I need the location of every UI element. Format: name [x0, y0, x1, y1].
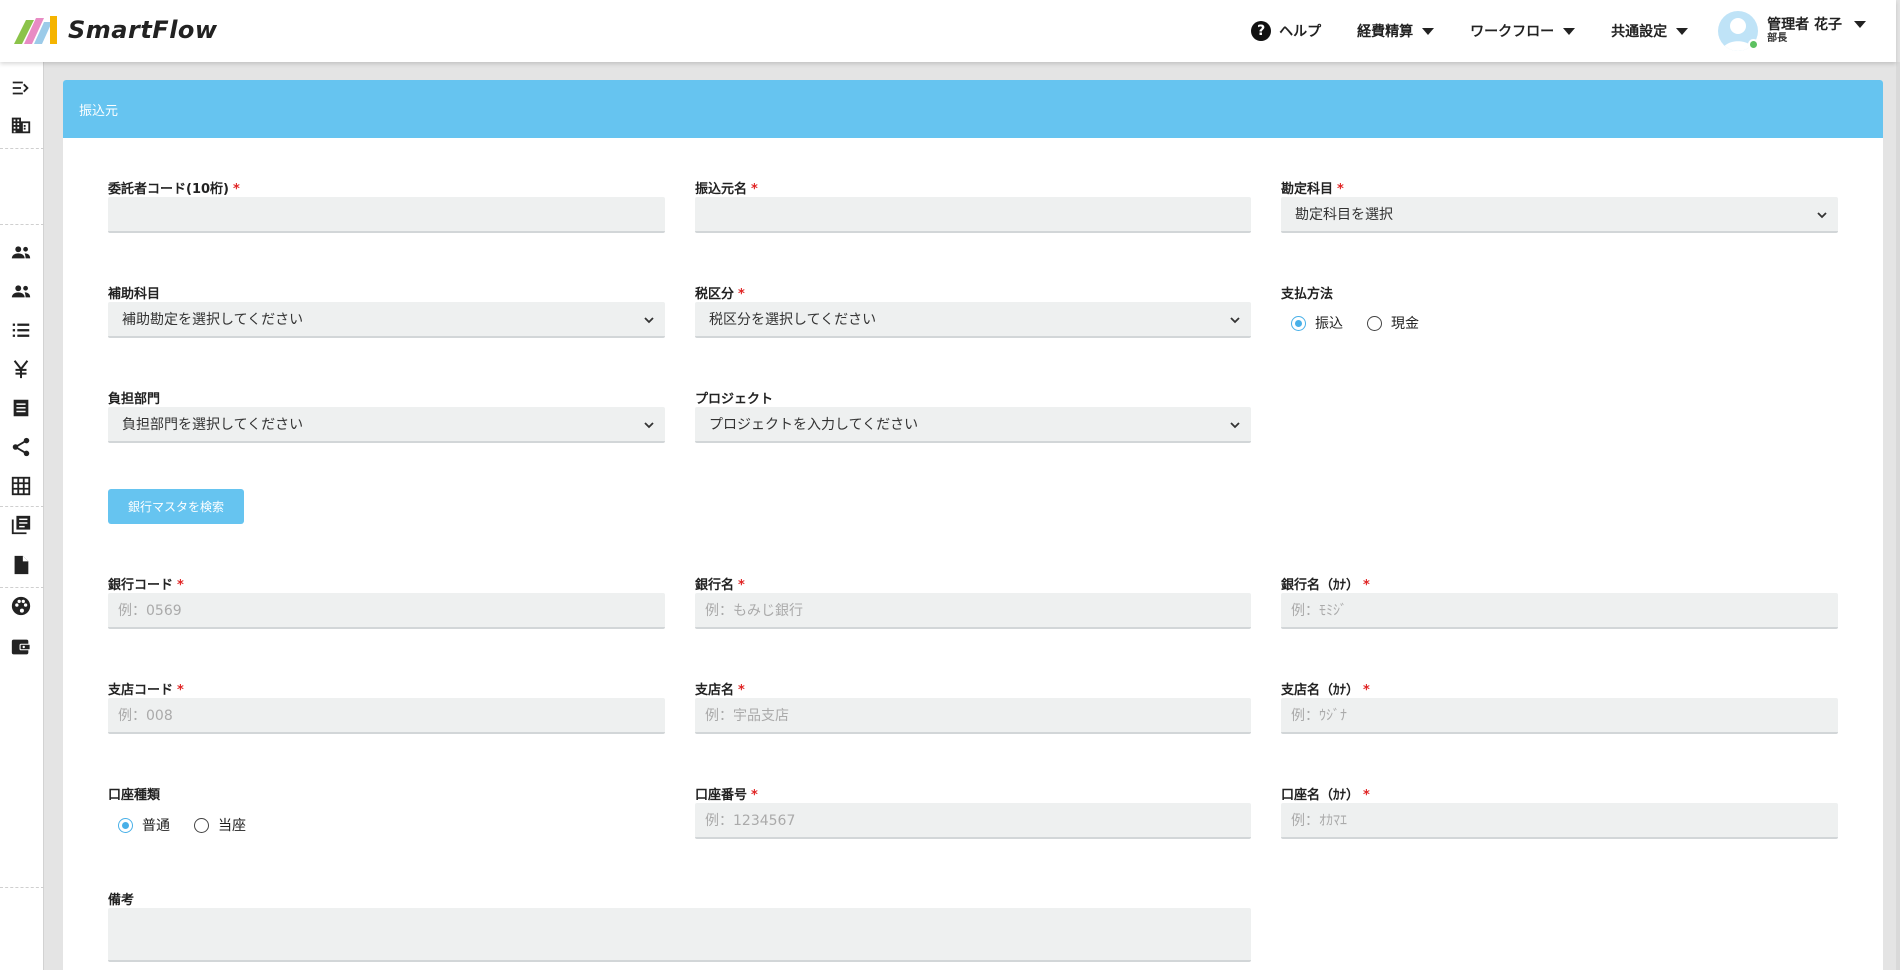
branch-kana-input[interactable]: 例：ｳｼﾞﾅ — [1281, 698, 1838, 734]
radio-futsu[interactable] — [118, 817, 133, 833]
bank-name-label: 銀行名 * — [695, 578, 745, 593]
menu-expense[interactable]: 経費精算 — [1357, 21, 1435, 41]
zei-select[interactable]: 税区分を選択してください — [695, 302, 1251, 338]
app-logo[interactable]: SmartFlow — [12, 14, 218, 46]
branch-code-input[interactable]: 例：008 — [108, 698, 665, 734]
library-icon[interactable] — [9, 513, 33, 537]
hojo-select[interactable]: 補助勘定を選択してください — [108, 302, 665, 338]
caret-down-icon — [1854, 20, 1866, 28]
user-menu[interactable]: 管理者 花子 部長 — [1718, 11, 1866, 51]
chevron-down-icon — [1230, 317, 1240, 324]
menu-expense-label: 経費精算 — [1357, 24, 1414, 40]
radio-futsu-label[interactable]: 普通 — [142, 815, 170, 835]
sidebar-divider — [0, 148, 44, 149]
chevron-down-icon — [1817, 212, 1827, 219]
logo-mark-icon — [14, 16, 57, 44]
sidebar — [0, 62, 44, 970]
user-name: 管理者 花子 — [1767, 16, 1842, 33]
collapse-menu-icon[interactable] — [9, 76, 33, 100]
bank-code-label: 銀行コード * — [108, 578, 184, 593]
page-scrollbar[interactable] — [1896, 62, 1900, 970]
account-kana-label: 口座名（ｶﾅ） * — [1281, 788, 1370, 803]
branch-name-label: 支店名 * — [695, 683, 745, 698]
sidebar-divider — [0, 887, 44, 888]
remarks-textarea[interactable] — [108, 908, 1251, 962]
radio-toza-label[interactable]: 当座 — [218, 815, 246, 835]
help-icon: ? — [1251, 21, 1272, 41]
user-role: 部長 — [1767, 33, 1788, 45]
radio-furikomi-label[interactable]: 振込 — [1315, 313, 1343, 333]
users-icon[interactable] — [9, 240, 33, 264]
yen-icon[interactable] — [9, 357, 33, 381]
furikomi-name-label: 振込元名 * — [695, 182, 758, 197]
account-number-input[interactable]: 例：1234567 — [695, 803, 1251, 839]
account-type-label: 口座種類 — [108, 788, 161, 803]
branch-kana-label: 支店名（ｶﾅ） * — [1281, 683, 1370, 698]
furikomi-name-input[interactable] — [695, 197, 1251, 233]
shiharai-radio-group: 振込 現金 — [1291, 313, 1443, 333]
menu-common-settings-label: 共通設定 — [1611, 24, 1668, 40]
help-link[interactable]: ? ヘルプ — [1251, 21, 1321, 41]
itaku-code-label: 委託者コード(10桁) * — [108, 182, 240, 197]
project-label: プロジェクト — [695, 392, 774, 407]
caret-down-icon — [1422, 27, 1435, 35]
menu-workflow[interactable]: ワークフロー — [1470, 21, 1576, 41]
menu-common-settings[interactable]: 共通設定 — [1611, 21, 1689, 41]
app-name: SmartFlow — [68, 16, 218, 44]
radio-genkin[interactable] — [1367, 315, 1382, 331]
sidebar-divider — [0, 224, 44, 225]
sidebar-divider — [0, 506, 44, 507]
account-kana-input[interactable]: 例：ｵｶﾏｴ — [1281, 803, 1838, 839]
bank-master-search-button[interactable]: 銀行マスタを検索 — [108, 489, 244, 524]
list-icon[interactable] — [9, 318, 33, 342]
share-icon[interactable] — [9, 435, 33, 459]
caret-down-icon — [1676, 27, 1689, 35]
account-type-radio-group: 普通 当座 — [118, 815, 270, 835]
menu-workflow-label: ワークフロー — [1470, 24, 1555, 40]
online-status-icon — [1748, 39, 1760, 50]
users-group-icon[interactable] — [9, 279, 33, 303]
radio-genkin-label[interactable]: 現金 — [1391, 313, 1419, 333]
help-label: ヘルプ — [1279, 24, 1322, 40]
bank-code-input[interactable]: 例：0569 — [108, 593, 665, 629]
chevron-down-icon — [1230, 422, 1240, 429]
sidebar-divider — [0, 587, 44, 588]
top-header: SmartFlow ? ヘルプ 経費精算 ワークフロー 共通設定 管理者 花子 … — [0, 0, 1896, 62]
kanjo-select[interactable]: 勘定科目を選択 — [1281, 197, 1838, 233]
bank-kana-label: 銀行名（ｶﾅ） * — [1281, 578, 1370, 593]
hojo-label: 補助科目 — [108, 287, 161, 302]
branch-name-input[interactable]: 例：宇品支店 — [695, 698, 1251, 734]
card-title: 振込元 — [63, 80, 1883, 138]
chevron-down-icon — [644, 317, 654, 324]
futan-label: 負担部門 — [108, 392, 161, 407]
document-icon[interactable] — [9, 553, 33, 577]
bank-name-input[interactable]: 例：もみじ銀行 — [695, 593, 1251, 629]
branch-code-label: 支店コード * — [108, 683, 184, 698]
furikomi-source-card: 振込元 委託者コード(10桁) * 振込元名 * 勘定科目 * 勘定科目を選択 補助科… — [63, 80, 1883, 970]
radio-furikomi[interactable] — [1291, 315, 1306, 331]
account-number-label: 口座番号 * — [695, 788, 758, 803]
building-icon[interactable] — [9, 113, 33, 137]
palette-icon[interactable] — [9, 594, 33, 618]
futan-select[interactable]: 負担部門を選択してください — [108, 407, 665, 443]
itaku-code-input[interactable] — [108, 197, 665, 233]
chevron-down-icon — [644, 422, 654, 429]
bank-kana-input[interactable]: 例：ﾓﾐｼﾞ — [1281, 593, 1838, 629]
caret-down-icon — [1563, 27, 1576, 35]
zei-label: 税区分 * — [695, 287, 745, 302]
shiharai-label: 支払方法 — [1281, 287, 1334, 302]
remarks-label: 備考 — [108, 893, 135, 908]
header-nav: ? ヘルプ 経費精算 ワークフロー 共通設定 管理者 花子 部長 — [1215, 0, 1866, 62]
grid-icon[interactable] — [9, 474, 33, 498]
radio-toza[interactable] — [194, 817, 209, 833]
avatar — [1718, 11, 1760, 51]
project-select[interactable]: プロジェクトを入力してください — [695, 407, 1251, 443]
kanjo-label: 勘定科目 * — [1281, 182, 1344, 197]
receipt-icon[interactable] — [9, 396, 33, 420]
wallet-icon[interactable] — [9, 635, 33, 659]
